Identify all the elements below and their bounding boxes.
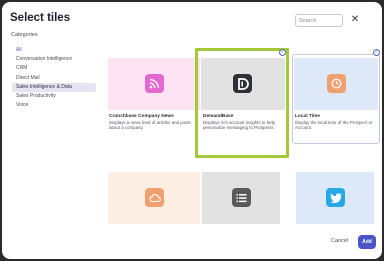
selected-check-icon: ✓ [373, 49, 380, 56]
tile-twitter[interactable] [296, 172, 374, 224]
category-voice[interactable]: Voice [12, 101, 96, 110]
add-button[interactable]: Add [358, 235, 376, 249]
rss-icon [145, 74, 164, 93]
tile-description: Displays a news feed of articles and pos… [109, 120, 191, 131]
category-list: All Conversation Intelligence CRM Direct… [12, 46, 96, 110]
cloud-icon [145, 188, 164, 207]
close-icon[interactable]: ✕ [348, 13, 362, 27]
tile-description: Display the local time of the Prospect o… [295, 120, 373, 131]
category-direct-mail[interactable]: Direct Mail [12, 74, 96, 83]
twitter-icon [326, 188, 345, 207]
category-conversation-intelligence[interactable]: Conversation Intelligence [12, 55, 96, 64]
category-sales-productivity[interactable]: Sales Productivity [12, 92, 96, 101]
select-tiles-dialog: Select tiles ✕ Categories All Conversati… [2, 2, 382, 259]
tile-local-time[interactable]: Local Time Display the local time of the… [294, 58, 378, 138]
cancel-button[interactable]: Cancel [331, 238, 348, 244]
categories-heading: Categories [11, 32, 38, 38]
tile-name: Crunchbase Company News [109, 114, 174, 119]
tile-cloud[interactable] [108, 172, 200, 224]
highlight-frame [195, 48, 289, 158]
category-all[interactable]: All [12, 46, 96, 55]
category-sales-intelligence-data[interactable]: Sales Intelligence & Data [12, 82, 96, 92]
list-icon [232, 188, 251, 207]
selected-check-icon: ✓ [279, 49, 286, 56]
tile-crunchbase-company-news[interactable]: Crunchbase Company News Displays a news … [108, 58, 200, 138]
search-input[interactable] [295, 14, 343, 27]
clock-icon [327, 74, 346, 93]
category-crm[interactable]: CRM [12, 64, 96, 73]
dialog-title: Select tiles [10, 12, 71, 24]
tile-list[interactable] [202, 172, 280, 224]
tile-name: Local Time [295, 114, 320, 119]
